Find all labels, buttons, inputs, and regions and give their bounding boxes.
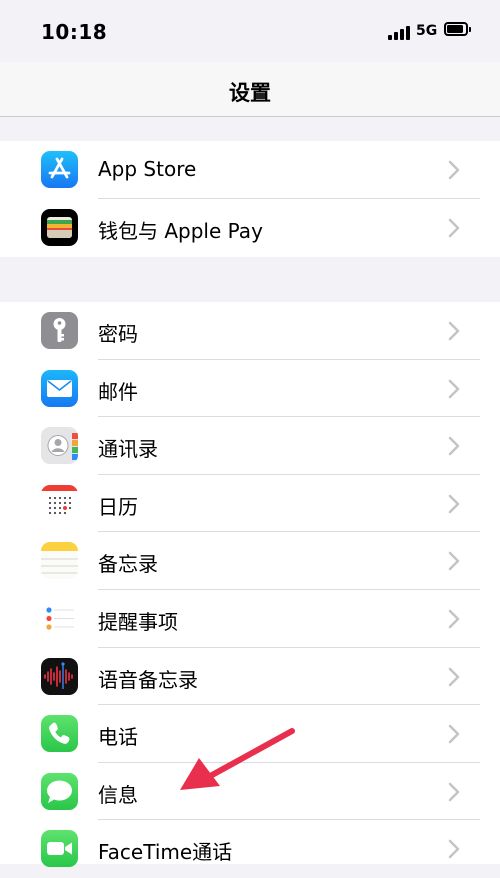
chevron-right-icon <box>448 724 460 744</box>
chevron-right-icon <box>448 609 460 629</box>
settings-row-label: 电话 <box>98 725 138 750</box>
voice-memos-icon <box>41 657 78 695</box>
chevron-right-icon <box>448 667 460 686</box>
settings-group-store: App Store 钱包与 Apple Pay <box>0 141 500 257</box>
settings-row-app-store[interactable]: App Store <box>0 141 500 199</box>
settings-row-label: FaceTime通话 <box>98 840 233 865</box>
cellular-signal-icon <box>388 24 410 40</box>
contacts-icon <box>41 427 78 465</box>
settings-row-messages[interactable]: 信息 <box>0 763 500 821</box>
settings-row-label: 语音备忘录 <box>98 667 198 692</box>
settings-row-facetime[interactable]: FaceTime通话 <box>0 820 500 878</box>
settings-row-wallet[interactable]: 钱包与 Apple Pay <box>0 199 500 257</box>
settings-row-label: 日历 <box>98 494 138 519</box>
settings-row-label: 通讯录 <box>98 437 158 462</box>
settings-row-label: 备忘录 <box>98 552 158 577</box>
settings-row-label: 钱包与 Apple Pay <box>98 218 263 243</box>
reminders-icon <box>41 600 78 637</box>
chevron-right-icon <box>448 436 460 456</box>
status-bar: 10:18 5G <box>0 0 500 62</box>
settings-row-phone[interactable]: 电话 <box>0 705 500 763</box>
calendar-icon <box>41 484 78 522</box>
chevron-right-icon <box>448 840 460 859</box>
network-type: 5G <box>416 23 438 39</box>
battery-icon <box>444 22 472 38</box>
messages-icon <box>41 772 78 810</box>
settings-row-voice-memos[interactable]: 语音备忘录 <box>0 648 500 706</box>
phone-icon <box>41 715 78 753</box>
settings-row-reminders[interactable]: 提醒事项 <box>0 590 500 648</box>
status-time: 10:18 <box>41 20 108 44</box>
settings-row-label: App Store <box>98 157 197 181</box>
settings-row-calendar[interactable]: 日历 <box>0 475 500 533</box>
chevron-right-icon <box>448 218 460 237</box>
chevron-right-icon <box>448 552 460 571</box>
key-icon <box>41 312 78 349</box>
chevron-right-icon <box>448 782 460 802</box>
notes-icon <box>41 542 78 580</box>
chevron-right-icon <box>448 321 460 341</box>
settings-row-label: 提醒事项 <box>98 610 178 634</box>
settings-group-apps: 密码 邮件 通讯录 日历 备忘录 提醒事项 语音备忘录 电话 信息 FaceTi… <box>0 302 500 868</box>
chevron-right-icon <box>448 379 460 398</box>
page-title: 设置 <box>229 81 271 105</box>
navigation-bar: 设置 <box>0 62 500 117</box>
facetime-icon <box>41 830 78 868</box>
settings-row-contacts[interactable]: 通讯录 <box>0 417 500 475</box>
settings-row-notes[interactable]: 备忘录 <box>0 532 500 590</box>
app-store-icon <box>41 151 78 188</box>
chevron-right-icon <box>448 160 460 180</box>
settings-row-passwords[interactable]: 密码 <box>0 302 500 360</box>
settings-row-label: 邮件 <box>98 379 138 404</box>
settings-row-label: 信息 <box>98 782 138 807</box>
wallet-icon <box>41 208 78 246</box>
settings-row-label: 密码 <box>98 322 138 346</box>
mail-icon <box>41 369 78 407</box>
chevron-right-icon <box>448 494 460 514</box>
settings-row-mail[interactable]: 邮件 <box>0 360 500 418</box>
